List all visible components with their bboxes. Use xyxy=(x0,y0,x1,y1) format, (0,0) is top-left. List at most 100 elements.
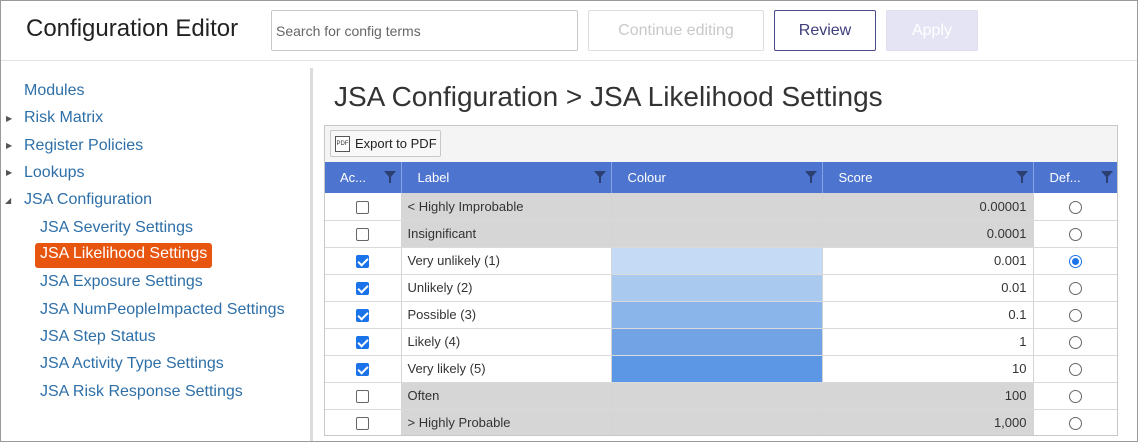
score-cell[interactable]: 1 xyxy=(822,328,1034,356)
default-radio[interactable] xyxy=(1069,417,1082,431)
default-cell xyxy=(1033,247,1117,275)
sidebar-child-jsa-activity-type[interactable]: JSA Activity Type Settings xyxy=(40,355,224,373)
sidebar-child-jsa-likelihood[interactable]: JSA Likelihood Settings xyxy=(35,243,213,268)
active-checkbox[interactable] xyxy=(356,390,370,404)
filter-icon[interactable] xyxy=(1100,171,1113,183)
likelihood-grid: PDF Export to PDF Ac... Label Colour Sco… xyxy=(324,125,1118,436)
active-checkbox[interactable] xyxy=(356,282,370,296)
app-title: Configuration Editor xyxy=(26,15,239,42)
sidebar-item-risk-matrix[interactable]: Risk Matrix xyxy=(24,109,103,127)
expand-arrow-icon[interactable]: ▶ xyxy=(6,168,12,177)
apply-button[interactable]: Apply xyxy=(886,10,978,51)
table-row[interactable]: Very likely (5) 10 xyxy=(325,355,1117,383)
table-row[interactable]: Likely (4) 1 xyxy=(325,328,1117,356)
active-checkbox[interactable] xyxy=(356,417,370,431)
sidebar-child-jsa-exposure[interactable]: JSA Exposure Settings xyxy=(40,273,203,291)
collapse-arrow-icon[interactable]: ◢ xyxy=(5,196,11,205)
label-cell[interactable]: Very likely (5) xyxy=(401,355,612,383)
table-row[interactable]: Often 100 xyxy=(325,382,1117,410)
score-cell[interactable]: 100 xyxy=(822,382,1034,410)
label-cell[interactable]: < Highly Improbable xyxy=(401,193,612,221)
colour-cell[interactable] xyxy=(611,193,823,221)
table-row[interactable]: < Highly Improbable 0.00001 xyxy=(325,193,1117,221)
label-cell[interactable]: Insignificant xyxy=(401,220,612,248)
score-cell[interactable]: 0.001 xyxy=(822,247,1034,275)
review-button[interactable]: Review xyxy=(774,10,876,51)
score-cell[interactable]: 1,000 xyxy=(822,409,1034,435)
label-cell[interactable]: Unlikely (2) xyxy=(401,274,612,302)
search-input[interactable] xyxy=(271,10,578,51)
active-cell xyxy=(325,328,402,356)
colour-cell[interactable] xyxy=(611,220,823,248)
sidebar-child-jsa-severity[interactable]: JSA Severity Settings xyxy=(40,219,193,237)
default-radio[interactable] xyxy=(1069,309,1082,323)
colour-cell[interactable] xyxy=(611,328,823,356)
default-radio[interactable] xyxy=(1069,336,1082,350)
score-cell[interactable]: 10 xyxy=(822,355,1034,383)
filter-icon[interactable] xyxy=(804,171,817,183)
default-radio[interactable] xyxy=(1069,282,1082,296)
sidebar-child-jsa-risk-response[interactable]: JSA Risk Response Settings xyxy=(40,383,243,401)
table-row[interactable]: > Highly Probable 1,000 xyxy=(325,409,1117,435)
label-cell[interactable]: Likely (4) xyxy=(401,328,612,356)
label-cell[interactable]: Often xyxy=(401,382,612,410)
active-cell xyxy=(325,382,402,410)
active-checkbox[interactable] xyxy=(356,309,370,323)
score-cell[interactable]: 0.1 xyxy=(822,301,1034,329)
page-title: JSA Configuration > JSA Likelihood Setti… xyxy=(334,81,883,112)
filter-icon[interactable] xyxy=(593,171,606,183)
column-header-active[interactable]: Ac... xyxy=(325,162,402,193)
column-header-colour-text: Colour xyxy=(627,170,666,185)
table-header-row: Ac... Label Colour Score Def... xyxy=(325,162,1117,193)
default-radio[interactable] xyxy=(1069,255,1082,269)
active-checkbox[interactable] xyxy=(356,200,370,214)
expand-arrow-icon[interactable]: ▶ xyxy=(6,141,12,150)
default-radio[interactable] xyxy=(1069,390,1082,404)
export-pdf-button[interactable]: PDF Export to PDF xyxy=(330,130,441,157)
column-header-colour[interactable]: Colour xyxy=(611,162,823,193)
active-checkbox[interactable] xyxy=(356,363,370,377)
colour-cell[interactable] xyxy=(611,355,823,383)
default-radio[interactable] xyxy=(1069,200,1082,214)
colour-cell[interactable] xyxy=(611,409,823,435)
active-cell xyxy=(325,193,402,221)
table-row[interactable]: Unlikely (2) 0.01 xyxy=(325,274,1117,302)
sidebar-item-lookups[interactable]: Lookups xyxy=(24,164,85,182)
table-row[interactable]: Possible (3) 0.1 xyxy=(325,301,1117,329)
default-radio[interactable] xyxy=(1069,363,1082,377)
column-header-score[interactable]: Score xyxy=(822,162,1034,193)
active-checkbox[interactable] xyxy=(356,228,370,242)
pdf-icon: PDF xyxy=(335,135,350,152)
score-cell[interactable]: 0.00001 xyxy=(822,193,1034,221)
column-header-default[interactable]: Def... xyxy=(1033,162,1117,193)
panel-splitter[interactable] xyxy=(310,68,313,441)
sidebar-item-jsa-configuration[interactable]: JSA Configuration xyxy=(24,191,152,209)
column-header-label[interactable]: Label xyxy=(401,162,612,193)
colour-cell[interactable] xyxy=(611,247,823,275)
continue-editing-button[interactable]: Continue editing xyxy=(588,10,764,51)
default-cell xyxy=(1033,355,1117,383)
active-checkbox[interactable] xyxy=(356,255,370,269)
score-cell[interactable]: 0.01 xyxy=(822,274,1034,302)
default-radio[interactable] xyxy=(1069,228,1082,242)
label-cell[interactable]: Possible (3) xyxy=(401,301,612,329)
filter-icon[interactable] xyxy=(1015,171,1028,183)
sidebar-child-jsa-numpeopleimpacted[interactable]: JSA NumPeopleImpacted Settings xyxy=(40,301,285,319)
filter-icon[interactable] xyxy=(383,171,396,183)
sidebar-item-modules[interactable]: Modules xyxy=(24,82,84,100)
score-cell[interactable]: 0.0001 xyxy=(822,220,1034,248)
sidebar: Modules ▶ Risk Matrix ▶ Register Policie… xyxy=(1,68,310,441)
active-cell xyxy=(325,220,402,248)
colour-cell[interactable] xyxy=(611,382,823,410)
table-row[interactable]: Very unlikely (1) 0.001 xyxy=(325,247,1117,275)
active-cell xyxy=(325,409,402,435)
colour-cell[interactable] xyxy=(611,301,823,329)
expand-arrow-icon[interactable]: ▶ xyxy=(6,114,12,123)
colour-cell[interactable] xyxy=(611,274,823,302)
sidebar-child-jsa-step-status[interactable]: JSA Step Status xyxy=(40,328,156,346)
label-cell[interactable]: > Highly Probable xyxy=(401,409,612,435)
table-row[interactable]: Insignificant 0.0001 xyxy=(325,220,1117,248)
label-cell[interactable]: Very unlikely (1) xyxy=(401,247,612,275)
active-checkbox[interactable] xyxy=(356,336,370,350)
sidebar-item-register-policies[interactable]: Register Policies xyxy=(24,137,143,155)
